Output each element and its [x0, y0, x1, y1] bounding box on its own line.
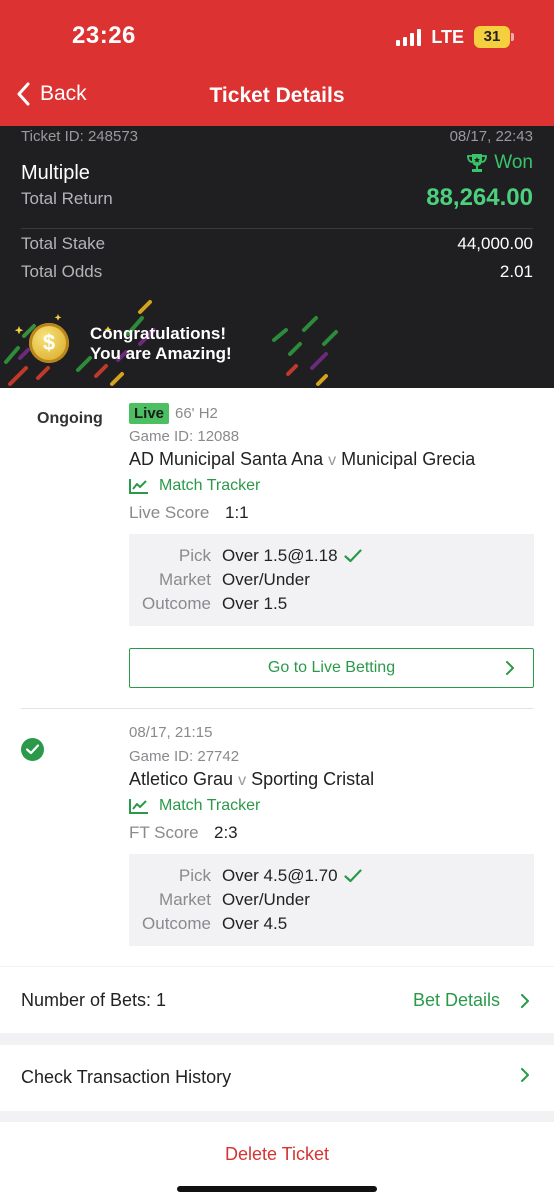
selection-details: Pick Over 1.5@1.18 Market Over/Under Out…	[129, 534, 534, 626]
check-circle-icon	[21, 738, 44, 761]
pick-row: Pick Over 1.5@1.18	[129, 546, 534, 570]
pick-label: Pick	[178, 866, 211, 885]
away-team: Sporting Cristal	[251, 769, 375, 789]
market-row: Market Over/Under	[129, 570, 534, 594]
status-time: 23:26	[72, 22, 136, 49]
market-value: Over/Under	[222, 570, 310, 589]
bet-item: 08/17, 21:15 Game ID: 27742 Atletico Gra…	[0, 708, 554, 966]
chevron-right-icon	[521, 1068, 529, 1082]
game-id: Game ID: 27742	[129, 748, 240, 765]
outcome-value: Over 4.5	[222, 914, 288, 933]
outcome-label: Outcome	[142, 914, 211, 933]
pick-label: Pick	[178, 546, 211, 565]
chevron-right-icon	[506, 661, 514, 675]
header: 23:26 LTE 31 Back Ticket Details	[0, 0, 554, 126]
go-to-live-betting-button[interactable]: Go to Live Betting	[129, 648, 534, 688]
total-stake-label: Total Stake	[21, 234, 106, 253]
checkmark-icon	[343, 869, 362, 883]
status-indicators: LTE 31	[396, 26, 514, 48]
chevron-right-icon	[521, 993, 529, 1008]
match-name: Atletico Grau v Sporting Cristal	[129, 769, 374, 790]
total-odds-value: 2.01	[499, 262, 533, 281]
match-tracker-label: Match Tracker	[159, 477, 261, 494]
total-return-label: Total Return	[21, 189, 113, 208]
confetti-decoration	[4, 300, 338, 386]
transaction-history-label: Check Transaction History	[21, 1067, 232, 1087]
market-value: Over/Under	[222, 890, 310, 909]
outcome-value: Over 1.5	[222, 594, 288, 613]
ticket-date: 08/17, 22:43	[449, 128, 533, 145]
outcome-row: Outcome Over 1.5	[129, 594, 534, 618]
bet-item: Ongoing Live 66' H2 Game ID: 12088 AD Mu…	[0, 388, 554, 708]
transaction-history-link[interactable]	[520, 1068, 530, 1082]
versus-label: v	[238, 772, 247, 789]
match-tracker-label: Match Tracker	[159, 797, 261, 814]
home-indicator[interactable]	[177, 1186, 377, 1192]
pick-text: Over 1.5@1.18	[222, 546, 338, 565]
pick-value: Over 1.5@1.18	[222, 546, 362, 566]
chart-icon	[129, 799, 148, 814]
home-team: Atletico Grau	[129, 769, 234, 789]
match-time: 66' H2	[175, 405, 218, 422]
score-label: FT Score	[129, 823, 199, 842]
bet-count-row: Number of Bets: 1 Bet Details	[0, 967, 554, 1033]
navigation-bar: Back Ticket Details	[0, 80, 554, 116]
selection-details: Pick Over 4.5@1.70 Market Over/Under Out…	[129, 854, 534, 946]
score-value: 2:3	[214, 823, 238, 842]
ticket-summary: Ticket ID: 248573 08/17, 22:43 Multiple …	[0, 126, 554, 388]
status-badge: Won	[466, 152, 533, 174]
trophy-icon	[467, 154, 488, 172]
congratulations-message: Congratulations! You are Amazing!	[90, 324, 232, 364]
score-label: Live Score	[129, 503, 210, 522]
battery-icon: 31	[474, 26, 514, 48]
transaction-history-row[interactable]: Check Transaction History	[0, 1045, 554, 1111]
pick-text: Over 4.5@1.70	[222, 866, 338, 885]
status-label: Won	[494, 152, 533, 173]
chart-icon	[129, 479, 148, 494]
congrats-line-1: Congratulations!	[90, 324, 226, 343]
bet-state-label: Ongoing	[37, 410, 103, 427]
versus-label: v	[328, 452, 337, 469]
live-betting-label: Go to Live Betting	[267, 659, 396, 676]
ticket-type: Multiple	[21, 162, 90, 184]
live-badge: Live	[129, 403, 170, 424]
number-of-bets: Number of Bets: 1	[21, 990, 167, 1010]
bet-details-link[interactable]: Bet Details	[413, 990, 530, 1011]
page-title: Ticket Details	[209, 84, 345, 107]
market-label: Market	[159, 570, 211, 589]
score-value: 1:1	[225, 503, 249, 522]
pick-value: Over 4.5@1.70	[222, 866, 362, 886]
congrats-line-2: You are Amazing!	[90, 344, 232, 363]
delete-ticket-button[interactable]: Delete Ticket	[0, 1144, 554, 1165]
bet-date: 08/17, 21:15	[129, 724, 213, 741]
signal-icon	[396, 28, 422, 46]
divider	[21, 228, 533, 229]
market-label: Market	[159, 890, 211, 909]
bet-list: Ongoing Live 66' H2 Game ID: 12088 AD Mu…	[0, 388, 554, 966]
ticket-id: Ticket ID: 248573	[21, 128, 139, 145]
match-tracker-link[interactable]: Match Tracker	[129, 797, 260, 815]
total-return-value: 88,264.00	[426, 184, 533, 211]
outcome-row: Outcome Over 4.5	[129, 914, 534, 938]
network-label: LTE	[431, 26, 464, 47]
market-row: Market Over/Under	[129, 890, 534, 914]
bet-details-label: Bet Details	[412, 990, 500, 1010]
outcome-label: Outcome	[142, 594, 211, 613]
away-team: Municipal Grecia	[341, 449, 476, 469]
total-odds-label: Total Odds	[21, 262, 103, 281]
checkmark-icon	[343, 549, 362, 563]
total-stake-value: 44,000.00	[457, 234, 533, 253]
game-id: Game ID: 12088	[129, 428, 240, 445]
pick-row: Pick Over 4.5@1.70	[129, 866, 534, 890]
match-tracker-link[interactable]: Match Tracker	[129, 477, 260, 495]
match-name: AD Municipal Santa Ana v Municipal Greci…	[129, 449, 475, 470]
home-team: AD Municipal Santa Ana	[129, 449, 324, 469]
coin-icon: $	[29, 323, 69, 363]
